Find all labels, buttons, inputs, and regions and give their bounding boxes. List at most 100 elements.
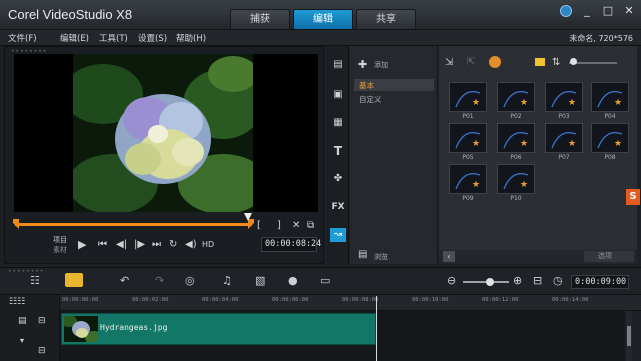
path-icon[interactable]: ↝ [330,228,346,242]
path-thumbnail-p10[interactable]: ★ [497,164,535,194]
path-thumbnail-p08[interactable]: ★ [591,123,629,153]
close-button[interactable]: ✕ [623,4,635,17]
svg-text:★: ★ [520,98,528,108]
sound-mixer-icon[interactable]: ♫ [222,274,232,287]
zoom-in-icon[interactable]: ⊕ [513,274,522,287]
category-custom[interactable]: 自定义 [359,94,382,105]
volume-icon[interactable]: ◀) [185,239,197,250]
timeline-ruler[interactable]: 00:00:00:00 00:00:02:00 00:00:04:00 00:00:0… [60,295,641,311]
path-thumbnail-p06[interactable]: ★ [497,123,535,153]
path-thumbnail-label: P06 [510,154,522,161]
track-header: ☷☷ ▤ ⊟ ▾ ⊟ [0,295,60,361]
app-title: Corel VideoStudio X8 [8,7,133,22]
mark-in-button[interactable]: [ [257,220,261,231]
undo-icon[interactable]: ↶ [120,274,129,287]
content-icon[interactable] [489,56,501,68]
overlay-track-icon[interactable]: ▾ [20,336,24,345]
tab-edit[interactable]: 编辑 [293,9,353,29]
trim-in-marker[interactable] [13,219,19,229]
home-icon[interactable]: ⏮ [98,239,107,250]
next-frame-icon[interactable]: |▶ [134,239,145,250]
mode-clip[interactable]: 素材 [53,245,67,255]
menu-file[interactable]: 文件(F) [8,32,37,44]
repeat-icon[interactable]: ↻ [169,239,177,250]
zoom-out-icon[interactable]: ⊖ [447,274,456,287]
tab-capture[interactable]: 捕获 [230,9,290,29]
zoom-knob[interactable] [486,278,494,286]
tab-share[interactable]: 共享 [356,9,416,29]
path-thumbnail-p03[interactable]: ★ [545,82,583,112]
hd-toggle[interactable]: HD [202,240,214,249]
path-thumbnail-p05[interactable]: ★ [449,123,487,153]
player-timecode[interactable]: 00:00:08:24 [261,237,321,252]
timeline-clip[interactable]: Hydrangeas.jpg [61,313,376,345]
list-view-icon[interactable] [535,58,545,66]
title-bar: Corel VideoStudio X8 捕获 编辑 共享 _ □ ✕ [0,0,641,30]
export-icon[interactable]: ⇱ [467,57,475,68]
sort-icon[interactable]: ⇅ [552,57,560,68]
collapse-icon[interactable]: ‹ [443,251,455,262]
add-label[interactable]: 添加 [374,60,388,70]
play-icon[interactable]: ▶ [78,238,86,251]
media-icon[interactable]: ▤ [330,58,346,72]
import-icon[interactable]: ⇲ [445,57,453,68]
menu-edit[interactable]: 编辑(E) [60,32,89,44]
path-thumbnail-label: P05 [462,154,474,161]
auto-music-icon[interactable]: ▧ [255,274,265,287]
thumbnail-size-knob[interactable] [570,58,577,65]
graphic-icon[interactable]: ✤ [330,172,346,186]
menu-help[interactable]: 帮助(H) [176,32,206,44]
prev-frame-icon[interactable]: ◀| [116,239,127,250]
track-toggle-icon[interactable]: ⊟ [38,316,46,326]
browse-label[interactable]: 浏览 [374,252,388,262]
ruler-tick-label: 00:00:10:00 [412,297,449,303]
timeline-view-icon[interactable] [65,273,83,287]
svg-text:★: ★ [568,139,576,149]
ruler-tick-label: 00:00:06:00 [272,297,309,303]
enlarge-icon[interactable]: ⧉ [307,220,314,231]
end-icon[interactable]: ⏭ [152,239,161,250]
scrollbar-thumb[interactable] [627,326,631,346]
preview-image [73,54,253,212]
options-button[interactable]: 选项 [584,251,634,262]
path-thumbnail-p04[interactable]: ★ [591,82,629,112]
instant-project-icon[interactable]: ▣ [330,88,346,102]
path-thumbnail-p01[interactable]: ★ [449,82,487,112]
browse-icon[interactable]: ▤ [358,249,367,260]
track-manager-icon[interactable]: ☷☷ [9,297,25,307]
sogou-ime-icon[interactable]: S [626,189,640,205]
path-thumbnail-label: P04 [604,113,616,120]
title-icon[interactable]: T [330,144,346,158]
minimize-button[interactable]: _ [581,4,593,17]
subtitle-editor-icon[interactable]: ▭ [320,274,330,287]
fit-project-icon[interactable]: ⊟ [533,274,542,287]
timeline-playhead[interactable] [376,296,377,361]
globe-icon[interactable] [560,4,572,17]
storyboard-view-icon[interactable]: ☷ [30,274,40,287]
motion-tracking-icon[interactable]: ● [288,274,298,287]
mode-project[interactable]: 项目 [53,235,67,245]
add-icon[interactable]: ✚ [358,58,367,71]
path-thumbnail-p07[interactable]: ★ [545,123,583,153]
videostudio-window: Corel VideoStudio X8 捕获 编辑 共享 _ □ ✕ 文件(F… [0,0,641,361]
menu-tools[interactable]: 工具(T) [99,32,128,44]
clock-icon: ◷ [553,274,563,287]
path-thumbnail-p09[interactable]: ★ [449,164,487,194]
path-thumbnail-p02[interactable]: ★ [497,82,535,112]
svg-text:★: ★ [520,139,528,149]
svg-text:★: ★ [472,98,480,108]
video-track-icon[interactable]: ▤ [18,316,27,326]
trim-out-marker[interactable] [248,219,254,229]
split-clip-icon[interactable]: ✕ [292,220,300,231]
record-capture-icon[interactable]: ◎ [185,274,195,287]
overlay-toggle-icon[interactable]: ⊟ [38,346,46,356]
redo-icon[interactable]: ↷ [155,274,164,287]
timeline-scrollbar[interactable] [626,311,632,361]
filter-icon[interactable]: FX [330,200,346,214]
preview-window[interactable] [14,54,318,212]
timeline-timecode[interactable]: 0:00:09:00 [571,275,629,289]
transition-icon[interactable]: ▦ [330,116,346,130]
menu-settings[interactable]: 设置(S) [138,32,167,44]
maximize-button[interactable]: □ [602,4,614,17]
mark-out-button[interactable]: ] [277,220,281,231]
